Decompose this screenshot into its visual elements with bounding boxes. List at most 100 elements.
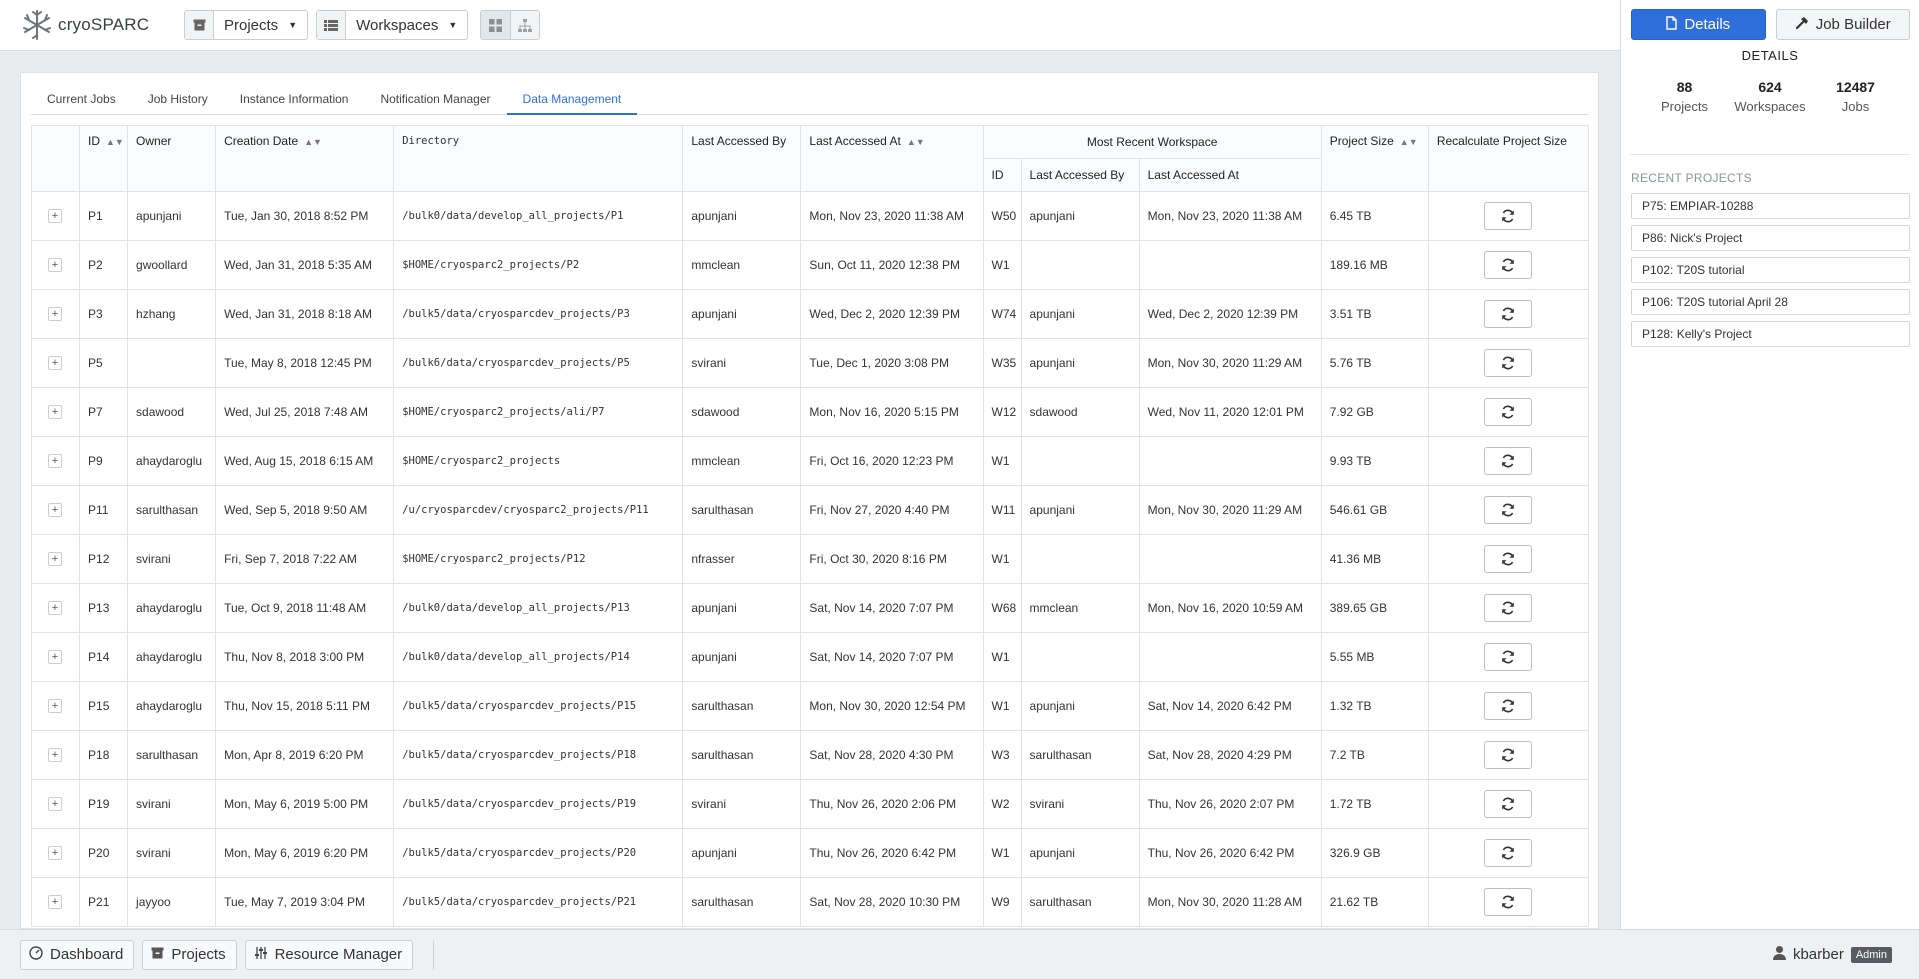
workspace-id-cell: W1: [982, 828, 1022, 878]
recent-project-item[interactable]: P75: EMPIAR-10288: [1631, 193, 1910, 219]
recent-project-item[interactable]: P106: T20S tutorial April 28: [1631, 289, 1910, 315]
project-size-column-header[interactable]: Project Size ▲▼: [1320, 125, 1429, 192]
recalculate-size-button[interactable]: [1484, 692, 1533, 720]
projects-dropdown[interactable]: Projects ▼: [184, 10, 309, 40]
expand-row-button[interactable]: +: [48, 895, 62, 909]
last-accessed-at-column-header[interactable]: Last Accessed At ▲▼: [800, 125, 984, 192]
job-builder-button[interactable]: Job Builder: [1775, 9, 1910, 40]
recalculate-cell: [1427, 240, 1590, 290]
recalculate-size-button[interactable]: [1484, 888, 1533, 916]
dashboard-button-label: Dashboard: [50, 946, 124, 963]
table-row[interactable]: + P20 svirani Mon, May 6, 2019 6:20 PM/bulk…: [30, 828, 1590, 878]
workspace-last-accessed-at-cell: Sat, Nov 14, 2020 6:42 PM: [1138, 681, 1322, 731]
expand-row-button[interactable]: +: [48, 258, 62, 272]
details-panel-tabs: Details Job Builder: [1621, 0, 1919, 40]
workspace-id-cell: W9: [982, 877, 1022, 927]
workspace-id-cell: W11: [982, 485, 1022, 535]
dashboard-button[interactable]: Dashboard: [20, 939, 135, 970]
expand-row-button[interactable]: +: [48, 846, 62, 860]
last-accessed-by-cell: svirani: [682, 779, 802, 829]
table-row[interactable]: + P19 svirani Mon, May 6, 2019 5:00 PM/bulk…: [30, 779, 1590, 829]
recalculate-size-button[interactable]: [1484, 594, 1533, 622]
last-accessed-at-cell: Thu, Nov 26, 2020 6:42 PM: [800, 828, 984, 878]
expand-row-button[interactable]: +: [48, 209, 62, 223]
table-row[interactable]: + P11 sarulthasan Wed, Sep 5, 2018 9:50 AM /…: [30, 485, 1590, 535]
recalculate-size-button[interactable]: [1484, 741, 1533, 769]
expand-row-button[interactable]: +: [48, 307, 62, 321]
workspace-id-cell: W1: [982, 534, 1022, 584]
recalculate-size-button[interactable]: [1484, 398, 1533, 426]
recent-project-item[interactable]: P128: Kelly's Project: [1631, 321, 1910, 347]
app-logo[interactable]: cryoSPARC: [20, 8, 162, 42]
card-view-button[interactable]: [481, 11, 511, 39]
creation-date-cell: Wed, Aug 15, 2018 6:15 AM: [215, 436, 395, 486]
table-row[interactable]: + P13 ahaydaroglu Tue, Oct 9, 2018 11:48 AM…: [30, 583, 1590, 633]
header-label: Last Accessed At: [1147, 168, 1239, 182]
recalculate-size-button[interactable]: [1484, 300, 1533, 328]
recalculate-size-button[interactable]: [1484, 349, 1533, 377]
user-info[interactable]: kbarber Admin: [1772, 945, 1892, 964]
workspaces-dropdown[interactable]: Workspaces ▼: [316, 10, 469, 40]
recalculate-size-button[interactable]: [1484, 447, 1533, 475]
expand-row-button[interactable]: +: [48, 454, 62, 468]
expand-row-button[interactable]: +: [48, 405, 62, 419]
expand-row-button[interactable]: +: [48, 356, 62, 370]
project-size-cell: 6.45 TB: [1320, 191, 1429, 241]
recent-project-item[interactable]: P102: T20S tutorial: [1631, 257, 1910, 283]
table-row[interactable]: + P1 apunjani Tue, Jan 30, 2018 8:52 PM/bul…: [30, 191, 1590, 241]
tab-instance-information[interactable]: Instance Information: [224, 83, 365, 114]
expand-row-button[interactable]: +: [48, 552, 62, 566]
recalculate-size-button[interactable]: [1484, 496, 1533, 524]
table-row[interactable]: + P7 sdawood Wed, Jul 25, 2018 7:48 AM $HOME…: [30, 387, 1590, 437]
table-row[interactable]: + P15 ahaydaroglu Thu, Nov 15, 2018 5:11 PM…: [30, 681, 1590, 731]
recalculate-cell: [1427, 534, 1590, 584]
directory-cell: /bulk5/data/cryosparcdev_projects/P3: [393, 289, 684, 339]
table-body: + P1 apunjani Tue, Jan 30, 2018 8:52 PM/bul…: [30, 191, 1590, 927]
tab-notification-manager[interactable]: Notification Manager: [364, 83, 506, 114]
details-button[interactable]: Details: [1631, 9, 1766, 40]
tab-job-history[interactable]: Job History: [132, 83, 224, 114]
table-row[interactable]: + P12 svirani Fri, Sep 7, 2018 7:22 AM $HOME…: [30, 534, 1590, 584]
projects-button[interactable]: Projects: [142, 939, 237, 970]
table-row[interactable]: + P18 sarulthasan Mon, Apr 8, 2019 6:20 PM /…: [30, 730, 1590, 780]
expand-cell: +: [30, 583, 81, 633]
recalculate-size-button[interactable]: [1484, 643, 1533, 671]
recent-project-item[interactable]: P86: Nick's Project: [1631, 225, 1910, 251]
workspace-last-accessed-at-cell: Thu, Nov 26, 2020 2:07 PM: [1138, 779, 1322, 829]
tab-data-management[interactable]: Data Management: [506, 83, 638, 115]
recalculate-size-button[interactable]: [1484, 839, 1533, 867]
refresh-icon: [1502, 650, 1515, 664]
project-size-cell: 7.92 GB: [1320, 387, 1429, 437]
id-column-header[interactable]: ID ▲▼: [79, 125, 129, 192]
creation-date-column-header[interactable]: Creation Date ▲▼: [215, 125, 395, 192]
expand-row-button[interactable]: +: [48, 601, 62, 615]
table-row[interactable]: + P21 jayyoo Tue, May 7, 2019 3:04 PM/bulk5…: [30, 877, 1590, 927]
projects-button-label: Projects: [171, 946, 226, 963]
table-row[interactable]: + P2 gwoollard Wed, Jan 31, 2018 5:35 AM $HO…: [30, 240, 1590, 290]
last-accessed-at-cell: Fri, Oct 30, 2020 8:16 PM: [800, 534, 984, 584]
table-row[interactable]: + P14 ahaydaroglu Thu, Nov 8, 2018 3:00 PM /…: [30, 632, 1590, 682]
last-accessed-by-cell: apunjani: [682, 289, 802, 339]
workspace-last-accessed-by-cell: apunjani: [1020, 338, 1140, 388]
table-row[interactable]: + P9 ahaydaroglu Wed, Aug 15, 2018 6:15 AM $…: [30, 436, 1590, 486]
project-id-cell: P18: [79, 730, 129, 780]
creation-date-cell: Wed, Sep 5, 2018 9:50 AM: [215, 485, 395, 535]
expand-row-button[interactable]: +: [48, 748, 62, 762]
expand-row-button[interactable]: +: [48, 699, 62, 713]
recalculate-cell: [1427, 632, 1590, 682]
last-accessed-by-cell: mmclean: [682, 240, 802, 290]
recalculate-size-button[interactable]: [1484, 545, 1533, 573]
resource-manager-button[interactable]: Resource Manager: [244, 939, 414, 970]
recalculate-size-button[interactable]: [1484, 790, 1533, 818]
project-size-cell: 189.16 MB: [1320, 240, 1429, 290]
table-row[interactable]: + P5 Tue, May 8, 2018 12:45 PM/bulk6/data/…: [30, 338, 1590, 388]
expand-row-button[interactable]: +: [48, 797, 62, 811]
table-row[interactable]: + P3 hzhang Wed, Jan 31, 2018 8:18 AM/bulk5…: [30, 289, 1590, 339]
project-id-cell: P19: [79, 779, 129, 829]
expand-row-button[interactable]: +: [48, 650, 62, 664]
expand-row-button[interactable]: +: [48, 503, 62, 517]
tree-view-button[interactable]: [510, 11, 540, 39]
tab-current-jobs[interactable]: Current Jobs: [31, 83, 132, 114]
recalculate-size-button[interactable]: [1484, 251, 1533, 279]
recalculate-size-button[interactable]: [1484, 202, 1533, 230]
